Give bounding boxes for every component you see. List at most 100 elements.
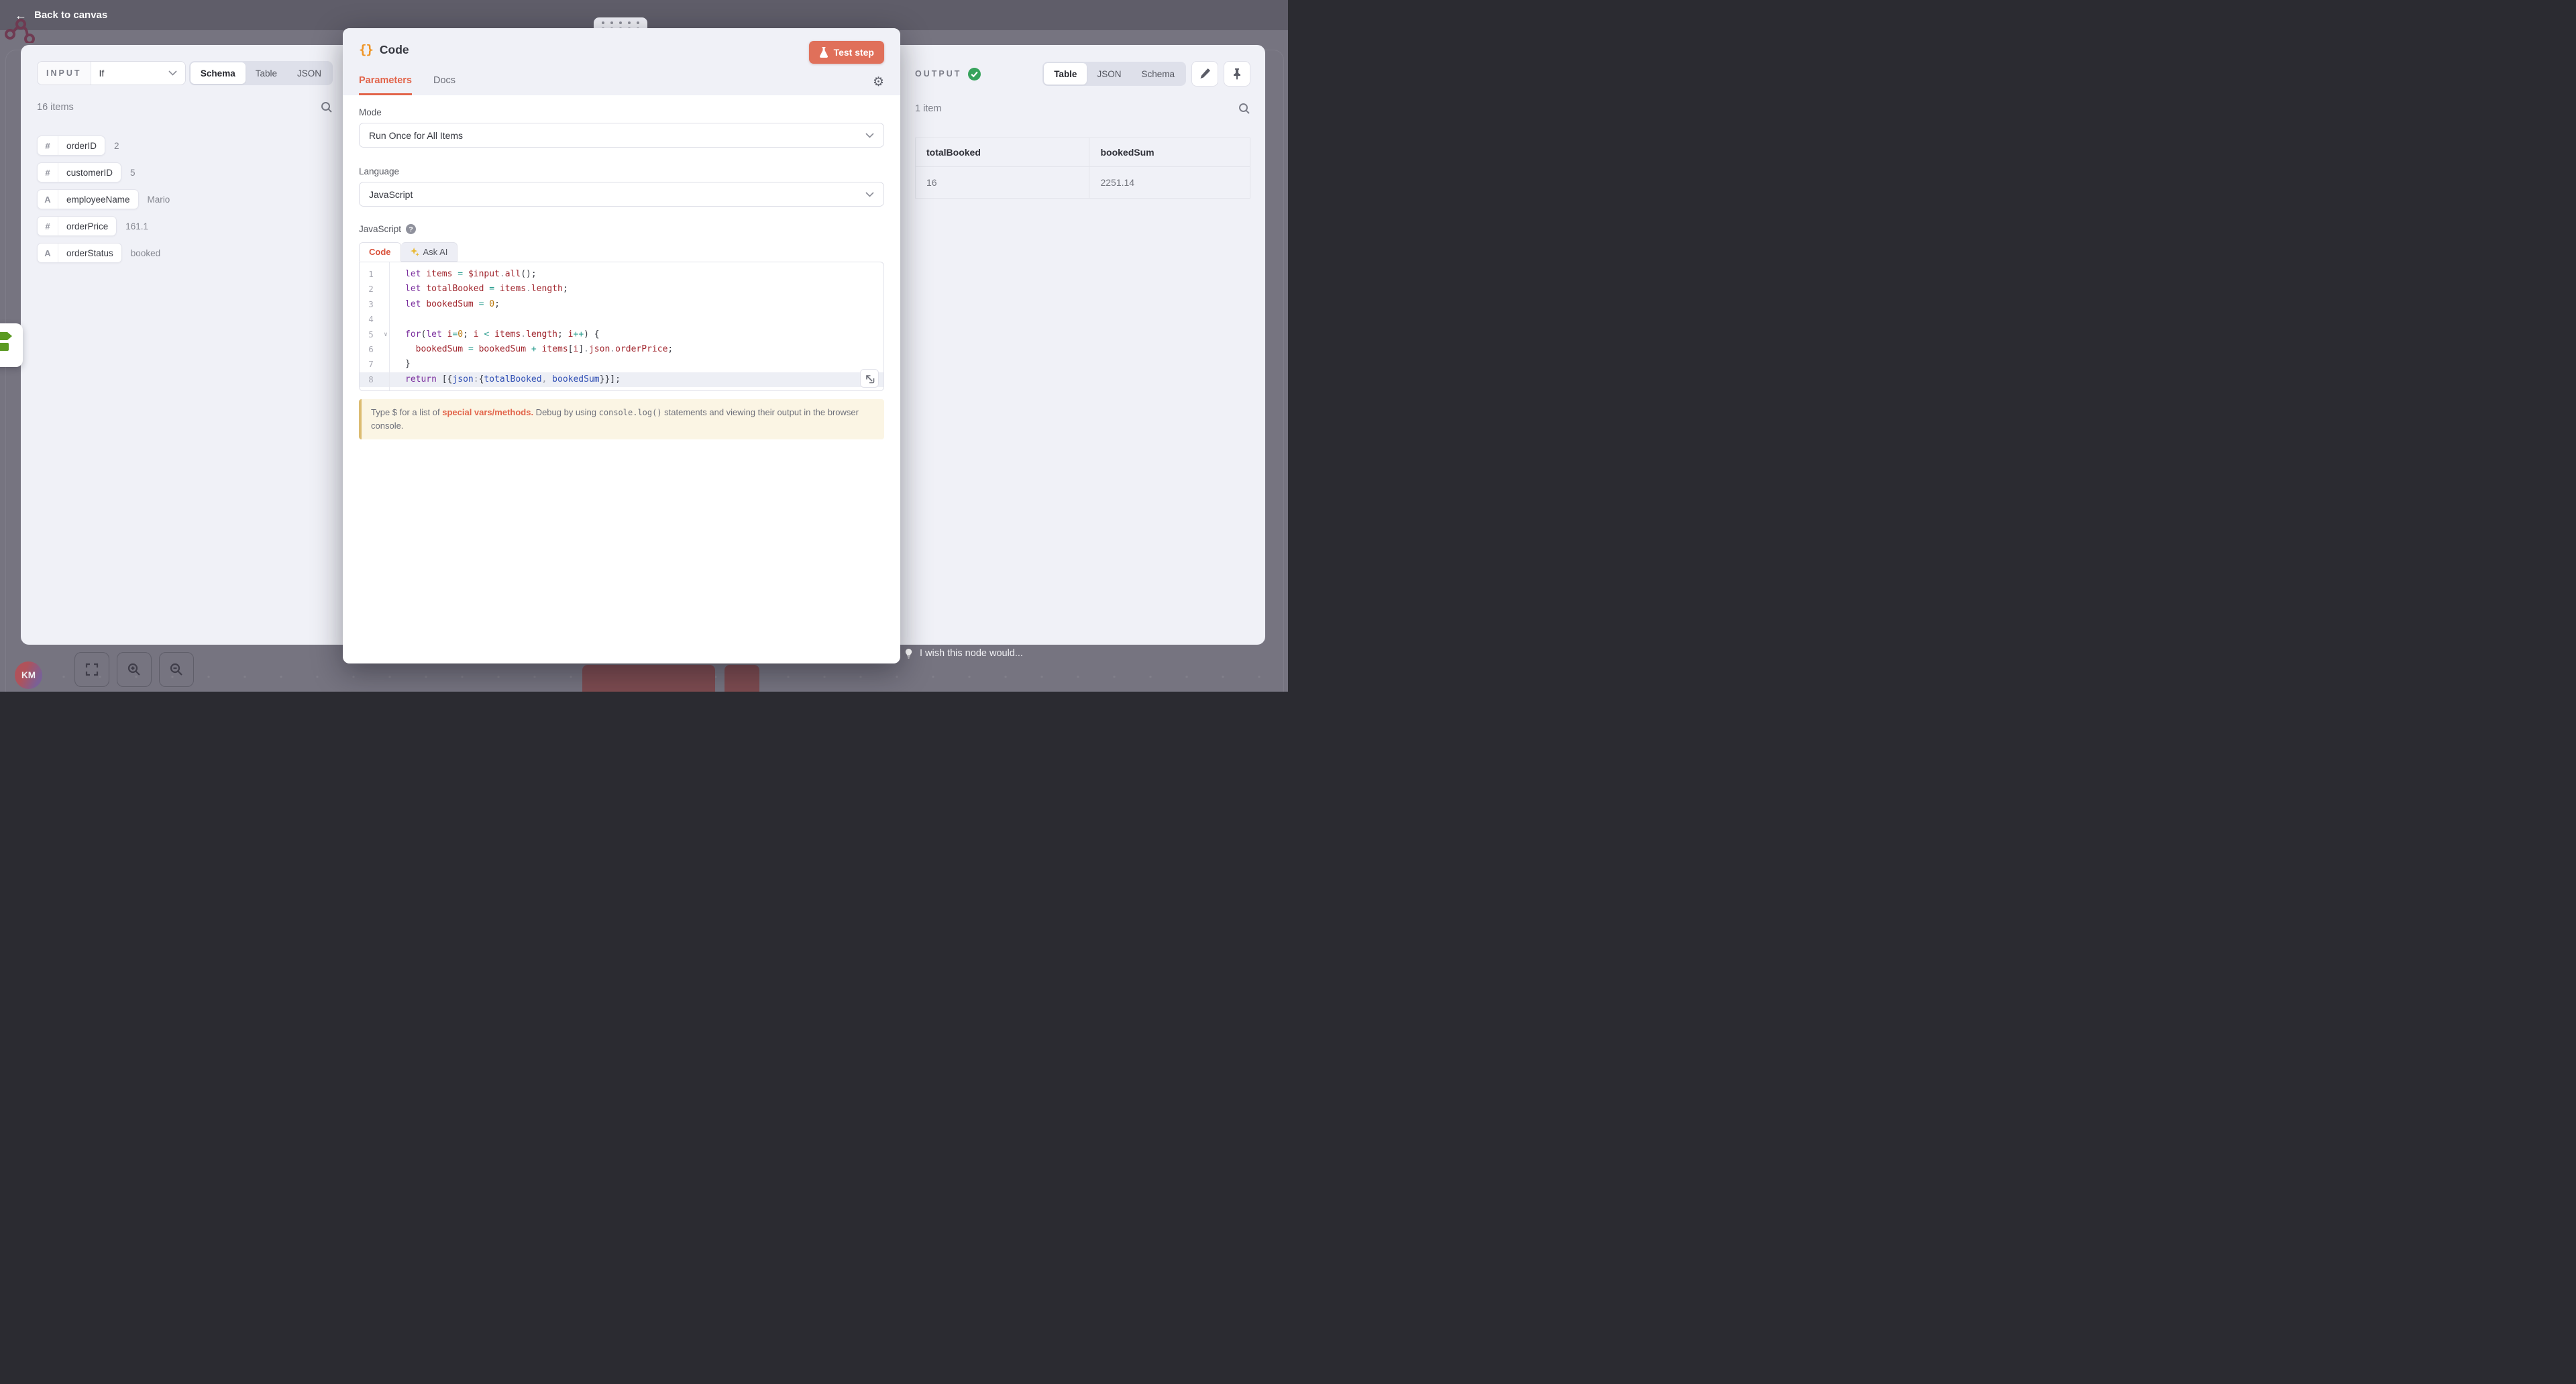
mode-select[interactable]: Run Once for All Items bbox=[359, 123, 884, 148]
special-vars-link[interactable]: special vars/methods. bbox=[442, 407, 533, 417]
line-number: 4 bbox=[360, 312, 382, 327]
zoom-out-button bbox=[159, 652, 194, 687]
code-line-3: 3let bookedSum = 0; bbox=[360, 297, 883, 312]
code-line-8: 8 return [{json:{totalBooked, bookedSum}}… bbox=[360, 372, 883, 387]
output-table-body: 162251.14 bbox=[916, 167, 1250, 199]
back-arrow-icon: ← bbox=[15, 9, 27, 21]
code-line-text: } bbox=[389, 357, 411, 372]
dimmed-canvas-button-small bbox=[724, 665, 759, 692]
output-column-header: totalBooked bbox=[916, 138, 1089, 167]
code-line-text: bookedSum = bookedSum + items[i].json.or… bbox=[389, 342, 673, 357]
line-number: 8 bbox=[360, 372, 382, 387]
schema-field-pill[interactable]: #customerID bbox=[37, 162, 121, 182]
code-line-text: for(let i=0; i < items.length; i++) { bbox=[389, 327, 600, 342]
input-items-count: 16 items bbox=[37, 102, 74, 113]
success-check-icon bbox=[968, 68, 981, 81]
code-line-text: let bookedSum = 0; bbox=[389, 297, 500, 312]
output-view-tabs: TableJSONSchema bbox=[1042, 62, 1186, 86]
input-tab-table[interactable]: Table bbox=[246, 62, 287, 84]
language-label: Language bbox=[359, 166, 884, 176]
fit-view-button bbox=[74, 652, 109, 687]
fold-chevron-icon: ∨ bbox=[382, 327, 389, 342]
expand-icon bbox=[865, 374, 875, 384]
schema-field-pill[interactable]: AemployeeName bbox=[37, 189, 139, 209]
flask-icon bbox=[819, 47, 828, 58]
output-tab-table[interactable]: Table bbox=[1044, 63, 1087, 85]
back-to-canvas-button[interactable]: ← Back to canvas bbox=[15, 0, 107, 30]
language-value: JavaScript bbox=[369, 189, 413, 200]
code-node-modal: {} Code Test step Parameters Docs ⚙ Mode… bbox=[343, 28, 900, 663]
lightbulb-icon bbox=[904, 648, 914, 659]
search-icon[interactable] bbox=[1238, 103, 1250, 115]
gutter-separator bbox=[389, 262, 390, 390]
line-number: 2 bbox=[360, 282, 382, 297]
code-line-text: return [{json:{totalBooked, bookedSum}}]… bbox=[389, 372, 621, 387]
code-line-5: 5∨for(let i=0; i < items.length; i++) { bbox=[360, 327, 883, 342]
tab-parameters[interactable]: Parameters bbox=[359, 75, 412, 95]
input-tab-json[interactable]: JSON bbox=[287, 62, 331, 84]
field-name: customerID bbox=[58, 163, 121, 182]
zoom-out-icon bbox=[169, 662, 184, 677]
tab-docs[interactable]: Docs bbox=[433, 75, 455, 95]
pin-data-button[interactable] bbox=[1224, 61, 1250, 87]
code-node-icon: {} bbox=[359, 42, 373, 57]
mode-label: Mode bbox=[359, 107, 884, 117]
pencil-icon bbox=[1199, 68, 1210, 79]
line-number: 6 bbox=[360, 342, 382, 357]
canvas-zoom-controls bbox=[74, 652, 194, 687]
schema-field-pill[interactable]: AorderStatus bbox=[37, 243, 122, 263]
editor-tabs: Code Ask AI bbox=[359, 242, 884, 262]
editor-tab-code[interactable]: Code bbox=[359, 242, 401, 262]
code-line-2: 2let totalBooked = items.length; bbox=[360, 282, 883, 297]
search-icon[interactable] bbox=[321, 101, 333, 113]
input-view-tabs: SchemaTableJSON bbox=[189, 61, 333, 85]
pin-icon bbox=[1232, 68, 1242, 80]
schema-field-pill[interactable]: #orderPrice bbox=[37, 216, 117, 236]
node-settings-gear-icon[interactable]: ⚙ bbox=[873, 76, 884, 89]
schema-field-row: AemployeeName Mario bbox=[37, 189, 333, 209]
output-table-head-row: totalBookedbookedSum bbox=[916, 138, 1250, 167]
dimmed-canvas-button bbox=[582, 665, 715, 692]
field-value: booked bbox=[131, 248, 160, 258]
input-tab-schema[interactable]: Schema bbox=[191, 62, 246, 84]
test-step-button[interactable]: Test step bbox=[809, 41, 884, 64]
code-line-6: 6 bookedSum = bookedSum + items[i].json.… bbox=[360, 342, 883, 357]
schema-field-row: AorderStatus booked bbox=[37, 243, 333, 263]
mode-value: Run Once for All Items bbox=[369, 130, 463, 141]
editor-tab-ask-ai[interactable]: Ask AI bbox=[401, 242, 458, 262]
fit-view-icon bbox=[85, 662, 99, 677]
field-value: Mario bbox=[148, 195, 170, 205]
input-panel: INPUT If SchemaTableJSON 16 items #order… bbox=[21, 45, 349, 645]
line-number: 1 bbox=[360, 267, 382, 282]
help-icon[interactable]: ? bbox=[406, 224, 416, 234]
field-value: 161.1 bbox=[125, 221, 148, 231]
field-value: 5 bbox=[130, 168, 136, 178]
output-tab-schema[interactable]: Schema bbox=[1131, 63, 1185, 85]
code-line-text: let items = $input.all(); bbox=[389, 267, 537, 282]
line-number: 7 bbox=[360, 357, 382, 372]
code-line-text bbox=[389, 312, 405, 327]
chevron-down-icon bbox=[865, 192, 874, 197]
schema-field-pill[interactable]: #orderID bbox=[37, 136, 105, 156]
modal-body: Mode Run Once for All Items Language Jav… bbox=[343, 95, 900, 439]
field-name: orderPrice bbox=[58, 217, 116, 235]
expand-editor-button[interactable] bbox=[860, 369, 879, 388]
output-tab-json[interactable]: JSON bbox=[1087, 63, 1131, 85]
edit-output-button[interactable] bbox=[1191, 61, 1218, 87]
line-number: 5 bbox=[360, 327, 382, 342]
editor-hint: Type $ for a list of special vars/method… bbox=[359, 399, 884, 439]
output-column-header: bookedSum bbox=[1089, 138, 1250, 167]
output-cell: 16 bbox=[916, 167, 1089, 199]
field-type-icon: # bbox=[38, 217, 58, 235]
field-name: employeeName bbox=[58, 190, 138, 209]
input-panel-label: INPUT bbox=[38, 62, 91, 85]
field-type-icon: A bbox=[38, 190, 58, 209]
if-node-mini-card[interactable] bbox=[0, 323, 23, 367]
code-editor[interactable]: 1 let items = $input.all();2let totalBook… bbox=[359, 262, 884, 391]
wish-node-button[interactable]: I wish this node would... bbox=[904, 648, 1023, 659]
editor-label: JavaScript bbox=[359, 224, 401, 234]
code-line-4: 4 bbox=[360, 312, 883, 327]
language-select[interactable]: JavaScript bbox=[359, 182, 884, 207]
input-source-select[interactable]: INPUT If bbox=[37, 61, 186, 85]
field-name: orderStatus bbox=[58, 244, 121, 262]
